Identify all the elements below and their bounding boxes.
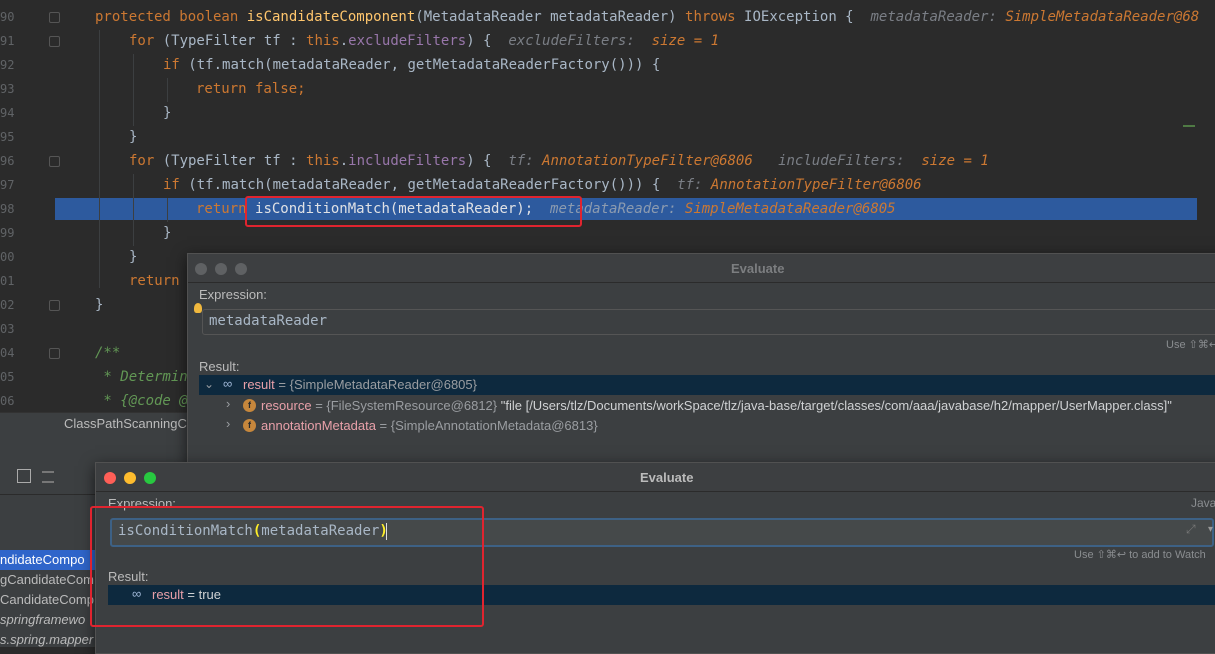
field-icon: f: [243, 399, 256, 412]
file-tab[interactable]: ClassPathScanningCa: [64, 416, 194, 431]
code-line: /**: [95, 345, 121, 361]
dropdown-arrow-icon[interactable]: ▾: [1208, 524, 1213, 535]
line-number: 05: [0, 370, 15, 384]
frame-item[interactable]: gCandidateCom: [0, 570, 95, 590]
fold-icon[interactable]: [49, 348, 60, 359]
line-number: 97: [0, 178, 15, 192]
tree-row[interactable]: › f annotationMetadata = {SimpleAnnotati…: [199, 416, 1215, 436]
chevron-right-icon[interactable]: ›: [226, 396, 230, 411]
minimize-icon[interactable]: [215, 263, 227, 275]
dialog-titlebar[interactable]: Evaluate: [96, 463, 1215, 492]
frame-item-selected[interactable]: ndidateCompo: [0, 550, 95, 570]
line-number: 06: [0, 394, 15, 408]
indent-guide: [99, 30, 100, 288]
watch-hint: Use ⇧⌘↩: [1166, 339, 1215, 351]
watch-glasses-icon: ∞: [223, 376, 233, 391]
minimize-icon[interactable]: [124, 472, 136, 484]
line-number: 04: [0, 346, 15, 360]
code-line: }: [163, 225, 172, 241]
frame-item[interactable]: s.spring.mapper: [0, 630, 95, 650]
dialog-titlebar[interactable]: Evaluate: [188, 254, 1215, 283]
line-number: 95: [0, 130, 15, 144]
line-number: 96: [0, 154, 15, 168]
code-line: }: [129, 129, 138, 145]
indent-guide: [167, 198, 168, 222]
bulb-icon[interactable]: [194, 303, 202, 313]
code-line: protected boolean isCandidateComponent(M…: [95, 9, 1200, 25]
line-number: 02: [0, 298, 15, 312]
expand-icon[interactable]: ⤢: [1186, 522, 1196, 537]
line-number: 01: [0, 274, 15, 288]
indent-guide: [167, 78, 168, 102]
expression-label: Expression:: [199, 287, 267, 302]
line-number: 98: [0, 202, 15, 216]
dialog-title: Evaluate: [640, 470, 694, 485]
code-line: if (tf.match(metadataReader, getMetadata…: [163, 177, 922, 193]
code-line: }: [129, 249, 138, 265]
frame-item[interactable]: springframewo: [0, 610, 95, 630]
change-marker: [1183, 125, 1195, 127]
indent-guide: [133, 174, 134, 246]
line-number: 03: [0, 322, 15, 336]
chevron-right-icon[interactable]: ›: [226, 416, 230, 431]
line-number: 94: [0, 106, 15, 120]
annotation-highlight-box: [245, 196, 582, 227]
fold-icon[interactable]: [49, 156, 60, 167]
layout-icon[interactable]: [42, 471, 54, 483]
fold-icon[interactable]: [49, 36, 60, 47]
annotation-highlight-box: [90, 506, 484, 627]
tree-row[interactable]: › f resource = {FileSystemResource@6812}…: [199, 396, 1215, 416]
line-number: 92: [0, 58, 15, 72]
frame-item[interactable]: CandidateComp: [0, 590, 95, 610]
result-label: Result:: [199, 359, 240, 374]
expression-input[interactable]: metadataReader: [202, 309, 1215, 335]
indent-guide: [133, 54, 134, 126]
divider: [0, 494, 95, 495]
code-line: }: [95, 297, 104, 313]
line-number: 93: [0, 82, 15, 96]
result-row[interactable]: ⌄ ∞ result = {SimpleMetadataReader@6805}: [199, 375, 1215, 395]
language-selector[interactable]: Java: [1191, 496, 1215, 510]
table-icon[interactable]: [17, 469, 31, 483]
dialog-title: Evaluate: [731, 261, 785, 276]
close-icon[interactable]: [195, 263, 207, 275]
close-icon[interactable]: [104, 472, 116, 484]
line-number: 90: [0, 10, 15, 24]
code-line: }: [163, 105, 172, 121]
evaluate-dialog-inactive[interactable]: Evaluate Expression: metadataReader Use …: [187, 253, 1215, 465]
fold-icon[interactable]: [49, 12, 60, 23]
code-line: for (TypeFilter tf : this.includeFilters…: [129, 153, 989, 169]
code-line: * {@code @: [95, 393, 188, 409]
line-number: 91: [0, 34, 15, 48]
watch-hint: Use ⇧⌘↩ to add to Watch: [1074, 549, 1206, 561]
code-line: * Determin: [95, 369, 188, 385]
fold-icon[interactable]: [49, 300, 60, 311]
line-number: 00: [0, 250, 15, 264]
zoom-icon[interactable]: [235, 263, 247, 275]
code-line: for (TypeFilter tf : this.excludeFilters…: [129, 33, 720, 49]
field-icon: f: [243, 419, 256, 432]
code-line: return: [129, 273, 180, 289]
chevron-down-icon[interactable]: ⌄: [204, 377, 214, 391]
code-line: if (tf.match(metadataReader, getMetadata…: [163, 57, 661, 73]
zoom-icon[interactable]: [144, 472, 156, 484]
line-number: 99: [0, 226, 15, 240]
code-line: return false;: [196, 81, 306, 97]
